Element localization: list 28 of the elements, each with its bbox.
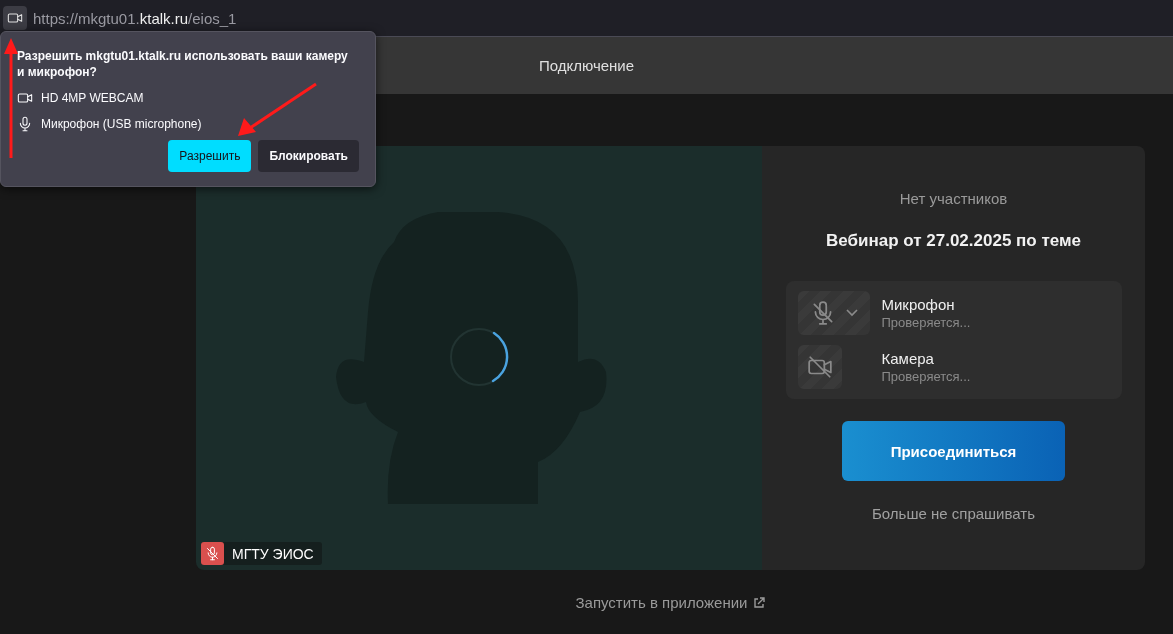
mic-off-icon	[205, 546, 220, 561]
participant-name: МГТУ ЭИОС	[231, 545, 315, 562]
device-name: Камера	[881, 350, 935, 367]
device-name: Микрофон	[881, 296, 956, 313]
chevron-down-icon[interactable]	[845, 309, 858, 317]
permissions-button[interactable]	[3, 6, 27, 30]
block-button[interactable]: Блокировать	[258, 140, 359, 172]
device-status: Проверяется...	[881, 369, 971, 384]
camera-icon	[17, 90, 33, 106]
meeting-title: Вебинар от 27.02.2025 по теме	[825, 231, 1082, 251]
launch-app-link[interactable]: Запустить в приложении	[575, 594, 766, 611]
permission-question: Разрешить mkgtu01.ktalk.ru использовать ваши камеру и микрофон?	[17, 48, 349, 80]
participants-label: Нет участников	[899, 190, 1008, 207]
device-status: Проверяется...	[881, 315, 971, 330]
microphone-icon	[17, 116, 33, 132]
loading-spinner	[448, 326, 510, 388]
page-title: Подключение	[538, 57, 635, 74]
device-label: Микрофон (USB microphone)	[41, 117, 202, 131]
join-button[interactable]: Присоединиться	[842, 421, 1065, 481]
camera-toggle[interactable]	[797, 345, 842, 389]
dont-ask-link[interactable]: Больше не спрашивать	[872, 505, 1035, 522]
external-link-icon	[753, 596, 766, 609]
camera-off-icon	[806, 354, 833, 380]
camera-icon	[7, 10, 23, 26]
microphone-toggle[interactable]	[797, 291, 870, 335]
address-url[interactable]: https://mkgtu01.ktalk.ru/eios_1	[33, 9, 237, 27]
allow-button[interactable]: Разрешить	[168, 140, 252, 172]
device-label: HD 4MP WEBCAM	[41, 91, 144, 105]
